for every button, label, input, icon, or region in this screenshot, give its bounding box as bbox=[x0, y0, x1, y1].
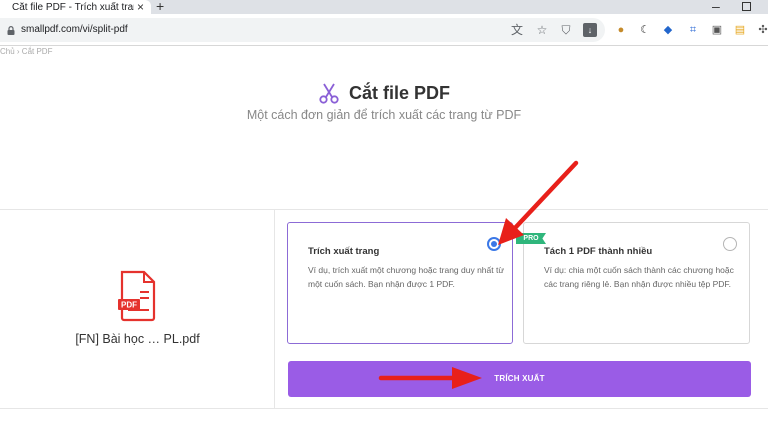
close-tab-icon[interactable]: × bbox=[137, 0, 144, 14]
browser-tab-active[interactable]: Cắt file PDF - Trích xuất trang × bbox=[0, 0, 151, 14]
shield-icon[interactable]: ⛉ bbox=[559, 23, 573, 37]
pdf-file-icon: PDF bbox=[118, 270, 156, 322]
browser-toolbar: smallpdf.com/vi/split-pdf 文 ☆ ⛉ ↓ ● ☾ ◆ … bbox=[0, 14, 768, 46]
option-split-pdf[interactable]: PRO Tách 1 PDF thành nhiều Ví dụ: chia m… bbox=[516, 222, 750, 344]
breadcrumb[interactable]: Chủ › Cắt PDF bbox=[0, 47, 52, 56]
new-tab-button[interactable]: + bbox=[156, 0, 164, 13]
option-title: Trích xuất trang bbox=[308, 246, 380, 257]
maximize-window-button[interactable] bbox=[742, 2, 751, 11]
bookmark-star-icon[interactable]: ☆ bbox=[535, 23, 549, 37]
radio-selected[interactable] bbox=[487, 237, 501, 251]
extension-bolt-icon[interactable]: ◆ bbox=[661, 23, 675, 37]
page-subtitle: Một cách đơn giản để trích xuất các tran… bbox=[246, 108, 522, 122]
download-icon[interactable]: ↓ bbox=[583, 23, 597, 37]
minimize-window-button[interactable]: – bbox=[712, 0, 720, 14]
option-extract-pages[interactable]: Trích xuất trang Ví dụ, trích xuất một c… bbox=[287, 222, 513, 344]
extensions-puzzle-icon[interactable]: ✣ bbox=[756, 23, 768, 37]
file-name: [FN] Bài học … PL.pdf bbox=[75, 332, 200, 346]
dark-mode-icon[interactable]: ☾ bbox=[638, 23, 652, 37]
extension-note-icon[interactable]: ▤ bbox=[733, 23, 747, 37]
page-title: Cắt file PDF bbox=[349, 82, 451, 103]
lock-icon bbox=[7, 26, 15, 35]
option-title: Tách 1 PDF thành nhiều bbox=[544, 246, 653, 257]
translate-icon[interactable]: 文 bbox=[510, 23, 524, 37]
extension-translate-icon[interactable]: ⌗ bbox=[686, 23, 700, 37]
extract-button[interactable]: TRÍCH XUẤT bbox=[288, 361, 751, 397]
extension-cookie-icon[interactable]: ● bbox=[614, 23, 628, 37]
option-description: Ví dụ: chia một cuốn sách thành các chươ… bbox=[544, 265, 734, 289]
radio-unselected[interactable] bbox=[723, 237, 737, 251]
scissors-icon bbox=[319, 83, 339, 104]
page-header: Cắt file PDF bbox=[318, 82, 450, 104]
pro-badge: PRO bbox=[516, 233, 546, 244]
file-preview: PDF [FN] Bài học … PL.pdf bbox=[0, 210, 275, 409]
url-text: smallpdf.com/vi/split-pdf bbox=[21, 24, 128, 35]
tab-strip: Cắt file PDF - Trích xuất trang × + – bbox=[0, 0, 768, 14]
address-bar[interactable]: smallpdf.com/vi/split-pdf 文 ☆ ⛉ ↓ bbox=[0, 18, 605, 42]
tab-title: Cắt file PDF - Trích xuất trang bbox=[12, 1, 134, 13]
option-description: Ví dụ, trích xuất một chương hoặc trang … bbox=[308, 265, 505, 289]
extension-screenshot-icon[interactable]: ▣ bbox=[710, 23, 724, 37]
pdf-icon-label: PDF bbox=[121, 301, 137, 310]
